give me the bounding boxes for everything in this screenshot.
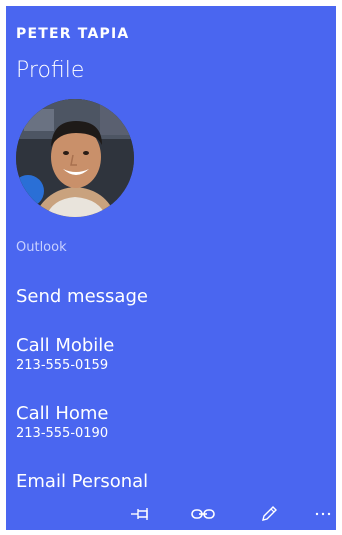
edit-icon[interactable] [254, 502, 284, 526]
link-icon[interactable] [188, 502, 218, 526]
page-title: Profile [16, 58, 85, 83]
phone-number: 213-555-0159 [16, 358, 109, 373]
action-label: Call Home [16, 403, 109, 424]
action-label: Send message [16, 286, 148, 307]
contact-profile-screen: PETER TAPIA Profile Outlook Send message… [6, 6, 336, 530]
call-mobile-action[interactable]: Call Mobile 213-555-0159 [16, 335, 326, 375]
email-personal-action[interactable]: Email Personal [16, 471, 326, 493]
contact-name: PETER TAPIA [16, 26, 130, 42]
avatar[interactable] [16, 99, 134, 217]
pin-icon[interactable] [126, 502, 156, 526]
app-bar [6, 500, 336, 530]
avatar-photo [16, 99, 134, 217]
send-message-action[interactable]: Send message [16, 286, 326, 308]
more-icon[interactable] [308, 502, 336, 526]
action-label: Email Personal [16, 471, 149, 492]
phone-number: 213-555-0190 [16, 426, 109, 441]
action-label: Call Mobile [16, 335, 115, 356]
account-label: Outlook [16, 240, 67, 255]
call-home-action[interactable]: Call Home 213-555-0190 [16, 403, 326, 443]
